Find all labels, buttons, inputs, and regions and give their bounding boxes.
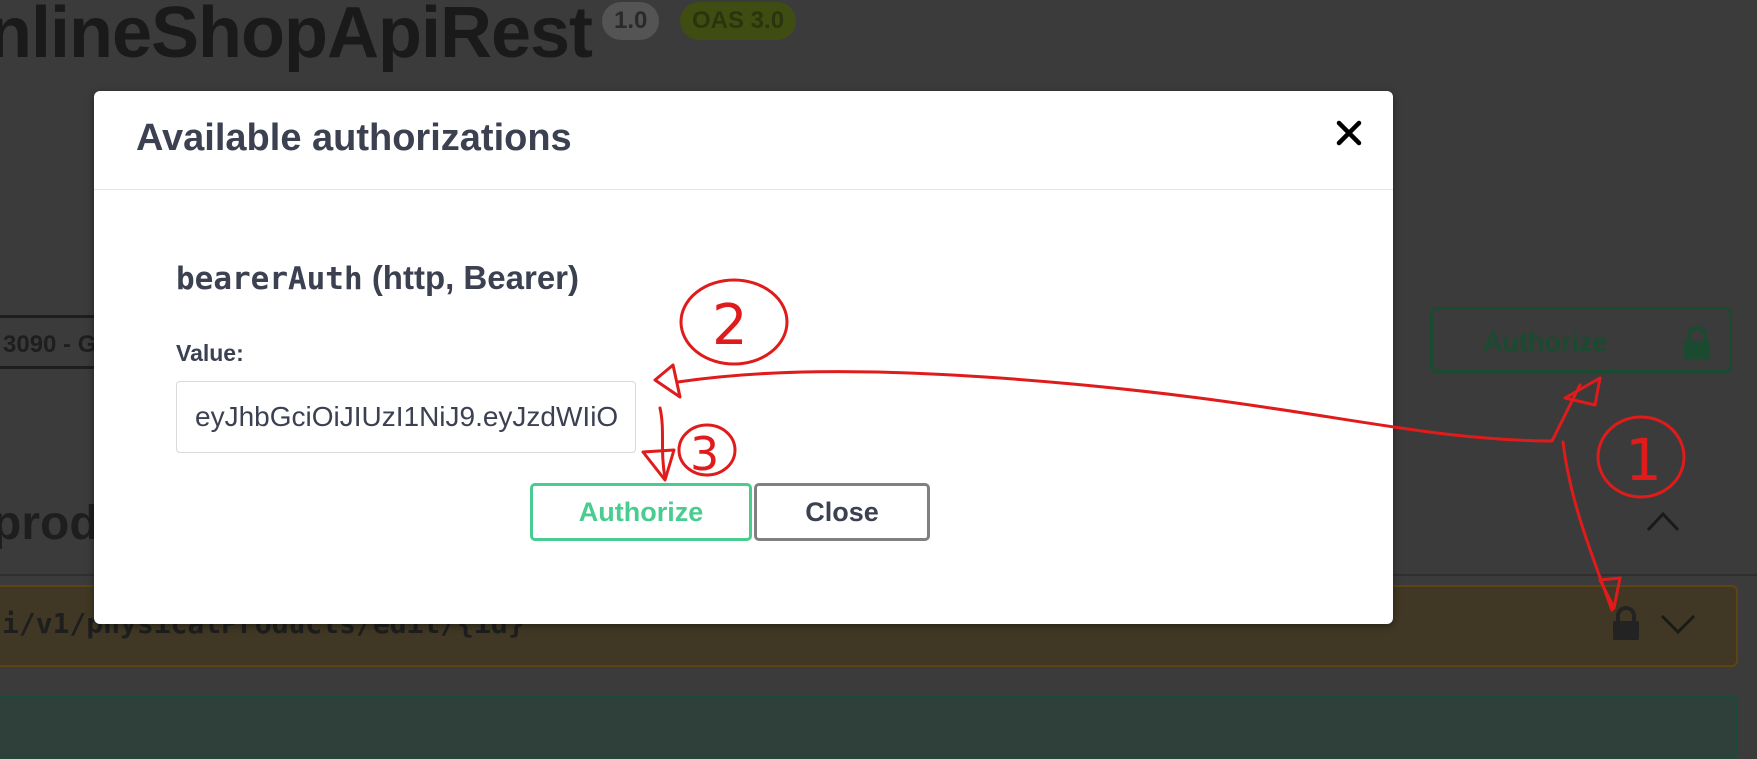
auth-modal: Available authorizations bearerAuth (htt… bbox=[94, 91, 1393, 624]
annotation-number-1: 1 bbox=[1625, 426, 1662, 494]
modal-title: Available authorizations bbox=[136, 117, 572, 159]
lock-icon[interactable] bbox=[1612, 605, 1640, 641]
oas-badge: OAS 3.0 bbox=[680, 2, 797, 40]
scheme-heading: bearerAuth (http, Bearer) bbox=[176, 259, 579, 297]
token-value-input[interactable] bbox=[176, 381, 636, 453]
authorize-button-label: Authorize bbox=[1483, 327, 1608, 357]
chevron-down-icon[interactable] bbox=[1660, 613, 1696, 635]
tag-heading[interactable]: prod bbox=[0, 496, 99, 551]
operation-row[interactable] bbox=[0, 695, 1738, 759]
scheme-details: (http, Bearer) bbox=[371, 259, 579, 296]
modal-close-button[interactable]: Close bbox=[754, 483, 930, 541]
modal-authorize-button[interactable]: Authorize bbox=[530, 483, 752, 541]
chevron-up-icon[interactable] bbox=[1646, 510, 1680, 532]
lock-icon bbox=[1684, 326, 1710, 359]
modal-header: Available authorizations bbox=[94, 91, 1393, 190]
version-badge: 1.0 bbox=[602, 2, 660, 40]
scheme-name: bearerAuth bbox=[176, 261, 363, 297]
authorize-button[interactable]: Authorize bbox=[1430, 307, 1732, 373]
api-title: nlineShopApiRest bbox=[0, 0, 593, 73]
value-label: Value: bbox=[176, 340, 244, 366]
close-icon[interactable] bbox=[1329, 113, 1369, 153]
